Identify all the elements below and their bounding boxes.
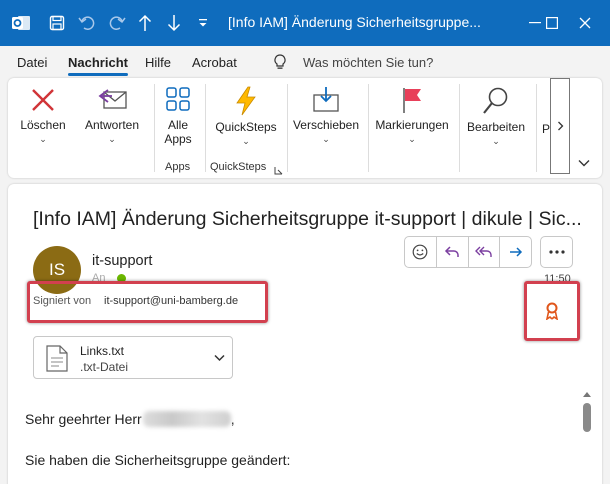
- search-icon: [483, 87, 508, 114]
- chevron-down-icon[interactable]: [214, 354, 225, 362]
- greeting-suffix: ,: [230, 411, 235, 427]
- delete-label: Löschen: [20, 118, 66, 132]
- attachment-name: Links.txt: [80, 344, 125, 358]
- arrow-down-icon[interactable]: [162, 10, 186, 36]
- chevron-down-icon: ⌄: [492, 136, 500, 146]
- lightbulb-icon: [274, 54, 286, 76]
- chevron-down-icon: ⌄: [108, 134, 116, 144]
- delete-icon: [32, 89, 54, 111]
- message-actions: [404, 236, 532, 268]
- attachment-type: .txt-Datei: [80, 360, 129, 374]
- signed-by-label: Signiert von: [33, 295, 92, 307]
- search-tell-me[interactable]: Was möchten Sie tun?: [303, 55, 433, 70]
- ribbon-expand-button[interactable]: [578, 154, 590, 172]
- react-button[interactable]: [405, 237, 437, 267]
- forward-icon: [509, 247, 522, 257]
- title-bar: [Info IAM] Änderung Sicherheitsgruppe...: [0, 0, 610, 46]
- move-label: Verschieben: [292, 118, 360, 132]
- scroll-up-arrow-icon[interactable]: [582, 390, 592, 400]
- edit-label: Bearbeiten: [466, 120, 526, 134]
- reading-pane: [Info IAM] Änderung Sicherheitsgruppe it…: [8, 184, 602, 484]
- menu-hilfe[interactable]: Hilfe: [145, 55, 171, 70]
- chevron-down-icon: [578, 160, 590, 167]
- ribbon-truncated-label: P: [542, 122, 551, 136]
- attachment-card[interactable]: Links.txt .txt-Datei: [33, 336, 233, 379]
- undo-icon[interactable]: [74, 10, 100, 36]
- sender-name[interactable]: it-support: [92, 253, 152, 269]
- all-apps-label-1: Alle: [167, 118, 188, 132]
- ribbon-separator: [287, 84, 288, 172]
- reply-all-action-button[interactable]: [469, 237, 501, 267]
- reply-button[interactable]: Antworten ⌄: [80, 86, 144, 145]
- maximize-icon[interactable]: [522, 10, 558, 36]
- tags-label: Markierungen: [375, 118, 449, 132]
- ribbon-separator: [205, 84, 206, 172]
- group-label-apps: Apps: [165, 161, 191, 173]
- body-line-2: Sie haben die Sicherheitsgruppe geändert…: [25, 452, 291, 468]
- chevron-down-icon: ⌄: [39, 134, 47, 144]
- ribbon: Löschen ⌄ Antworten ⌄ Alle Apps Apps Qui…: [8, 78, 602, 178]
- more-icon: [548, 250, 565, 254]
- ribbon-separator: [536, 84, 537, 172]
- menu-acrobat[interactable]: Acrobat: [192, 55, 237, 70]
- reply-label: Antworten: [84, 118, 140, 132]
- flag-icon: [403, 88, 421, 113]
- quicksteps-label: QuickSteps: [215, 120, 277, 134]
- window-title: [Info IAM] Änderung Sicherheitsgruppe...: [228, 14, 481, 30]
- message-subject: [Info IAM] Änderung Sicherheitsgruppe it…: [33, 208, 582, 230]
- dialog-launcher-icon[interactable]: [274, 162, 283, 180]
- smiley-icon: [412, 244, 428, 260]
- group-label-quicksteps: QuickSteps: [210, 161, 267, 173]
- chevron-right-icon: [557, 121, 563, 131]
- chevron-down-icon: ⌄: [242, 136, 250, 146]
- delete-button[interactable]: Löschen ⌄: [18, 86, 68, 145]
- chevron-down-icon: ⌄: [408, 134, 416, 144]
- scrollbar-thumb[interactable]: [583, 403, 591, 432]
- reply-all-icon: [474, 246, 492, 257]
- save-icon[interactable]: [44, 10, 70, 36]
- close-icon[interactable]: [570, 10, 600, 36]
- chevron-down-icon: ⌄: [322, 134, 330, 144]
- lightning-icon: [236, 86, 256, 116]
- tags-button[interactable]: Markierungen ⌄: [372, 86, 452, 145]
- menu-datei[interactable]: Datei: [17, 55, 47, 70]
- greeting-prefix: Sehr geehrter Herr: [25, 411, 142, 427]
- redo-icon[interactable]: [104, 10, 130, 36]
- arrow-up-icon[interactable]: [133, 10, 157, 36]
- edit-button[interactable]: Bearbeiten ⌄: [463, 86, 529, 147]
- text-file-icon: [46, 345, 68, 372]
- quicksteps-button[interactable]: QuickSteps ⌄: [211, 86, 281, 147]
- signed-by-email[interactable]: it-support@uni-bamberg.de: [104, 295, 238, 307]
- redacted-name: [142, 411, 231, 427]
- customize-toolbar-icon[interactable]: [194, 10, 212, 36]
- ribbon-separator: [368, 84, 369, 172]
- reply-icon: [445, 246, 459, 257]
- reply-action-button[interactable]: [437, 237, 469, 267]
- signature-badge-highlight[interactable]: [524, 281, 580, 341]
- all-apps-label-2: Apps: [164, 132, 192, 146]
- digital-signature-ribbon-icon: [545, 302, 559, 320]
- ribbon-scroll-right-button[interactable]: [550, 78, 570, 174]
- outlook-logo-icon: [8, 10, 34, 36]
- active-tab-indicator: [68, 73, 128, 76]
- reply-mail-icon: [98, 89, 127, 109]
- menu-nachricht[interactable]: Nachricht: [68, 55, 128, 70]
- move-button[interactable]: Verschieben ⌄: [292, 86, 360, 145]
- ribbon-separator: [459, 84, 460, 172]
- more-actions-button[interactable]: [540, 236, 573, 268]
- ribbon-separator: [154, 84, 155, 172]
- body-greeting: Sehr geehrter Herr,: [25, 411, 235, 427]
- apps-grid-icon: [166, 87, 190, 111]
- all-apps-button[interactable]: Alle Apps: [158, 86, 198, 146]
- move-folder-icon: [313, 87, 339, 112]
- forward-action-button[interactable]: [500, 237, 531, 267]
